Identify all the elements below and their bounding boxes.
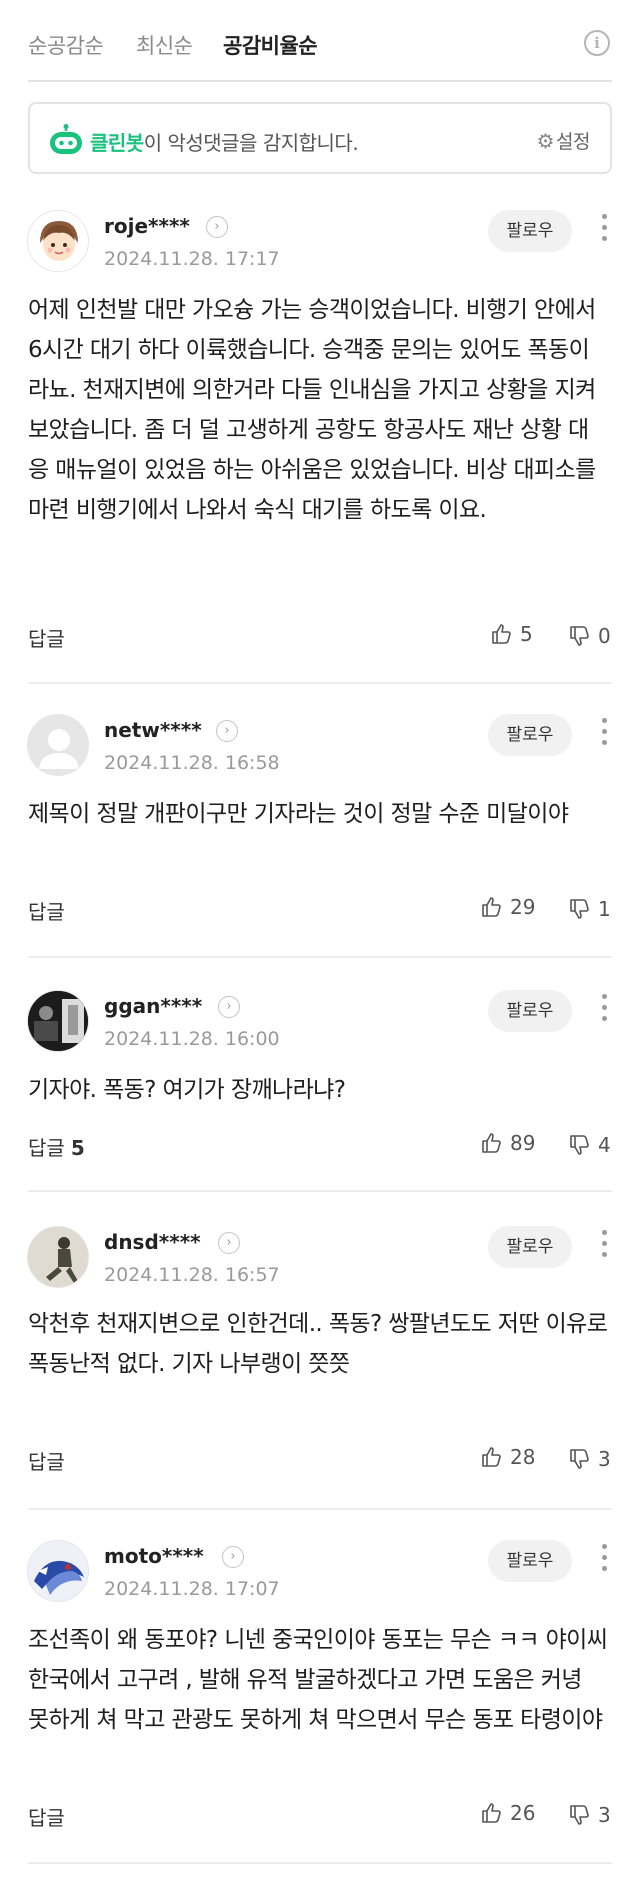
sort-bar: 순공감순 최신순 공감비율순 i (0, 0, 640, 82)
comment-item: moto**** › 2024.11.28. 17:07 팔로우 조선족이 왜 … (0, 1540, 640, 1870)
reply-button[interactable]: 답글 (28, 1446, 71, 1475)
comment-author[interactable]: ggan**** (104, 994, 202, 1018)
comment-divider (28, 1508, 612, 1510)
comment-text: 악천후 천재지변으로 인한건데.. 폭동? 쌍팔년도도 저딴 이유로 폭동난적 … (28, 1311, 608, 1377)
follow-button[interactable]: 팔로우 (488, 210, 572, 252)
thumbs-up-icon (482, 897, 501, 917)
comment-date: 2024.11.28. 16:00 (104, 1028, 280, 1050)
dislike-count: 1 (598, 897, 611, 921)
comment-text: 기자야. 폭동? 여기가 장깨나라냐? (28, 1077, 346, 1103)
cleanbot-settings-button[interactable]: ⚙ 설정 (536, 127, 591, 154)
like-button[interactable]: 26 (480, 1801, 535, 1825)
like-button[interactable]: 29 (480, 895, 535, 919)
sort-tab-latest[interactable]: 최신순 (136, 30, 193, 60)
dislike-button[interactable]: 4 (568, 1133, 611, 1157)
settings-label: 설정 (556, 131, 590, 153)
cleanbot-text: 이 악성댓글을 감지합니다. (143, 131, 359, 155)
comment-divider (28, 1862, 612, 1864)
sort-tab-popular[interactable]: 순공감순 (28, 30, 104, 60)
like-count: 28 (510, 1445, 536, 1469)
comment-date: 2024.11.28. 17:07 (104, 1578, 280, 1600)
cleanbot-banner: 클린봇이 악성댓글을 감지합니다. ⚙ 설정 (28, 102, 612, 174)
comment-text: 제목이 정말 개판이구만 기자라는 것이 정말 수준 미달이야 (28, 801, 569, 827)
thumbs-up-icon (492, 624, 511, 644)
comment-author[interactable]: moto**** (104, 1544, 204, 1568)
avatar[interactable] (27, 1226, 89, 1288)
comment-item: roje**** › 2024.11.28. 17:17 팔로우 어제 인천발 … (0, 210, 640, 684)
comment-divider (28, 682, 612, 684)
like-button[interactable]: 89 (480, 1131, 535, 1155)
dislike-count: 3 (598, 1447, 611, 1471)
dislike-button[interactable]: 3 (568, 1447, 611, 1471)
dislike-count: 3 (598, 1803, 611, 1827)
follow-button[interactable]: 팔로우 (488, 714, 572, 756)
like-count: 89 (510, 1131, 536, 1155)
comment-author[interactable]: roje**** (104, 214, 190, 238)
chevron-right-icon[interactable]: › (218, 996, 240, 1018)
info-icon[interactable]: i (584, 30, 610, 56)
thumbs-down-icon (570, 626, 589, 646)
thumbs-up-icon (482, 1447, 501, 1467)
reply-count: 5 (70, 1136, 85, 1160)
follow-button[interactable]: 팔로우 (488, 990, 572, 1032)
reply-button[interactable]: 답글 (28, 1802, 71, 1831)
dislike-button[interactable]: 0 (568, 624, 611, 648)
comment-date: 2024.11.28. 16:58 (104, 752, 280, 774)
like-count: 5 (520, 622, 533, 646)
thumbs-down-icon (570, 1805, 589, 1825)
thumbs-up-icon (482, 1803, 501, 1823)
more-options-icon[interactable] (600, 718, 608, 748)
reply-button[interactable]: 답글 (28, 623, 71, 652)
gear-icon: ⚙ (536, 129, 555, 153)
like-count: 29 (510, 895, 536, 919)
thumbs-down-icon (570, 1135, 589, 1155)
cleanbot-icon (50, 124, 82, 154)
comment-divider (28, 956, 612, 958)
comment-item: dnsd**** › 2024.11.28. 16:57 팔로우 악천후 천재지… (0, 1226, 640, 1510)
follow-button[interactable]: 팔로우 (488, 1226, 572, 1268)
dislike-count: 4 (598, 1133, 611, 1157)
sort-divider (28, 80, 612, 82)
more-options-icon[interactable] (600, 1230, 608, 1260)
dislike-button[interactable]: 3 (568, 1803, 611, 1827)
like-count: 26 (510, 1801, 536, 1825)
sort-tab-ratio[interactable]: 공감비율순 (223, 30, 318, 60)
comment-divider (28, 1190, 612, 1192)
avatar[interactable] (27, 210, 89, 272)
like-button[interactable]: 28 (480, 1445, 535, 1469)
thumbs-up-icon (482, 1133, 501, 1153)
cleanbot-brand: 클린봇 (90, 131, 144, 155)
follow-button[interactable]: 팔로우 (488, 1540, 572, 1582)
comment-text: 어제 인천발 대만 가오슝 가는 승객이었습니다. 비행기 안에서 6시간 대기… (28, 297, 596, 523)
dislike-count: 0 (598, 624, 611, 648)
thumbs-down-icon (570, 1449, 589, 1469)
like-button[interactable]: 5 (490, 622, 533, 646)
chevron-right-icon[interactable]: › (206, 216, 228, 238)
cleanbot-message: 클린봇이 악성댓글을 감지합니다. (90, 127, 359, 156)
avatar[interactable] (27, 990, 89, 1052)
comment-item: ggan**** › 2024.11.28. 16:00 팔로우 기자야. 폭동… (0, 990, 640, 1192)
comment-item: netw**** › 2024.11.28. 16:58 팔로우 제목이 정말 … (0, 714, 640, 958)
more-options-icon[interactable] (600, 994, 608, 1024)
avatar[interactable] (27, 714, 89, 776)
comment-date: 2024.11.28. 16:57 (104, 1264, 280, 1286)
chevron-right-icon[interactable]: › (222, 1546, 244, 1568)
more-options-icon[interactable] (600, 1544, 608, 1574)
dislike-button[interactable]: 1 (568, 897, 611, 921)
comment-author[interactable]: netw**** (104, 718, 202, 742)
avatar[interactable] (27, 1540, 89, 1602)
reply-button[interactable]: 답글 (28, 896, 71, 925)
comment-text: 조선족이 왜 동포야? 니넨 중국인이야 동포는 무슨 ㅋㅋ 야이씨 한국에서 … (28, 1627, 608, 1733)
more-options-icon[interactable] (600, 214, 608, 244)
chevron-right-icon[interactable]: › (218, 1232, 240, 1254)
comment-author[interactable]: dnsd**** (104, 1230, 201, 1254)
comment-date: 2024.11.28. 17:17 (104, 248, 280, 270)
chevron-right-icon[interactable]: › (216, 720, 238, 742)
thumbs-down-icon (570, 899, 589, 919)
reply-button[interactable]: 답글 5 (28, 1132, 85, 1161)
